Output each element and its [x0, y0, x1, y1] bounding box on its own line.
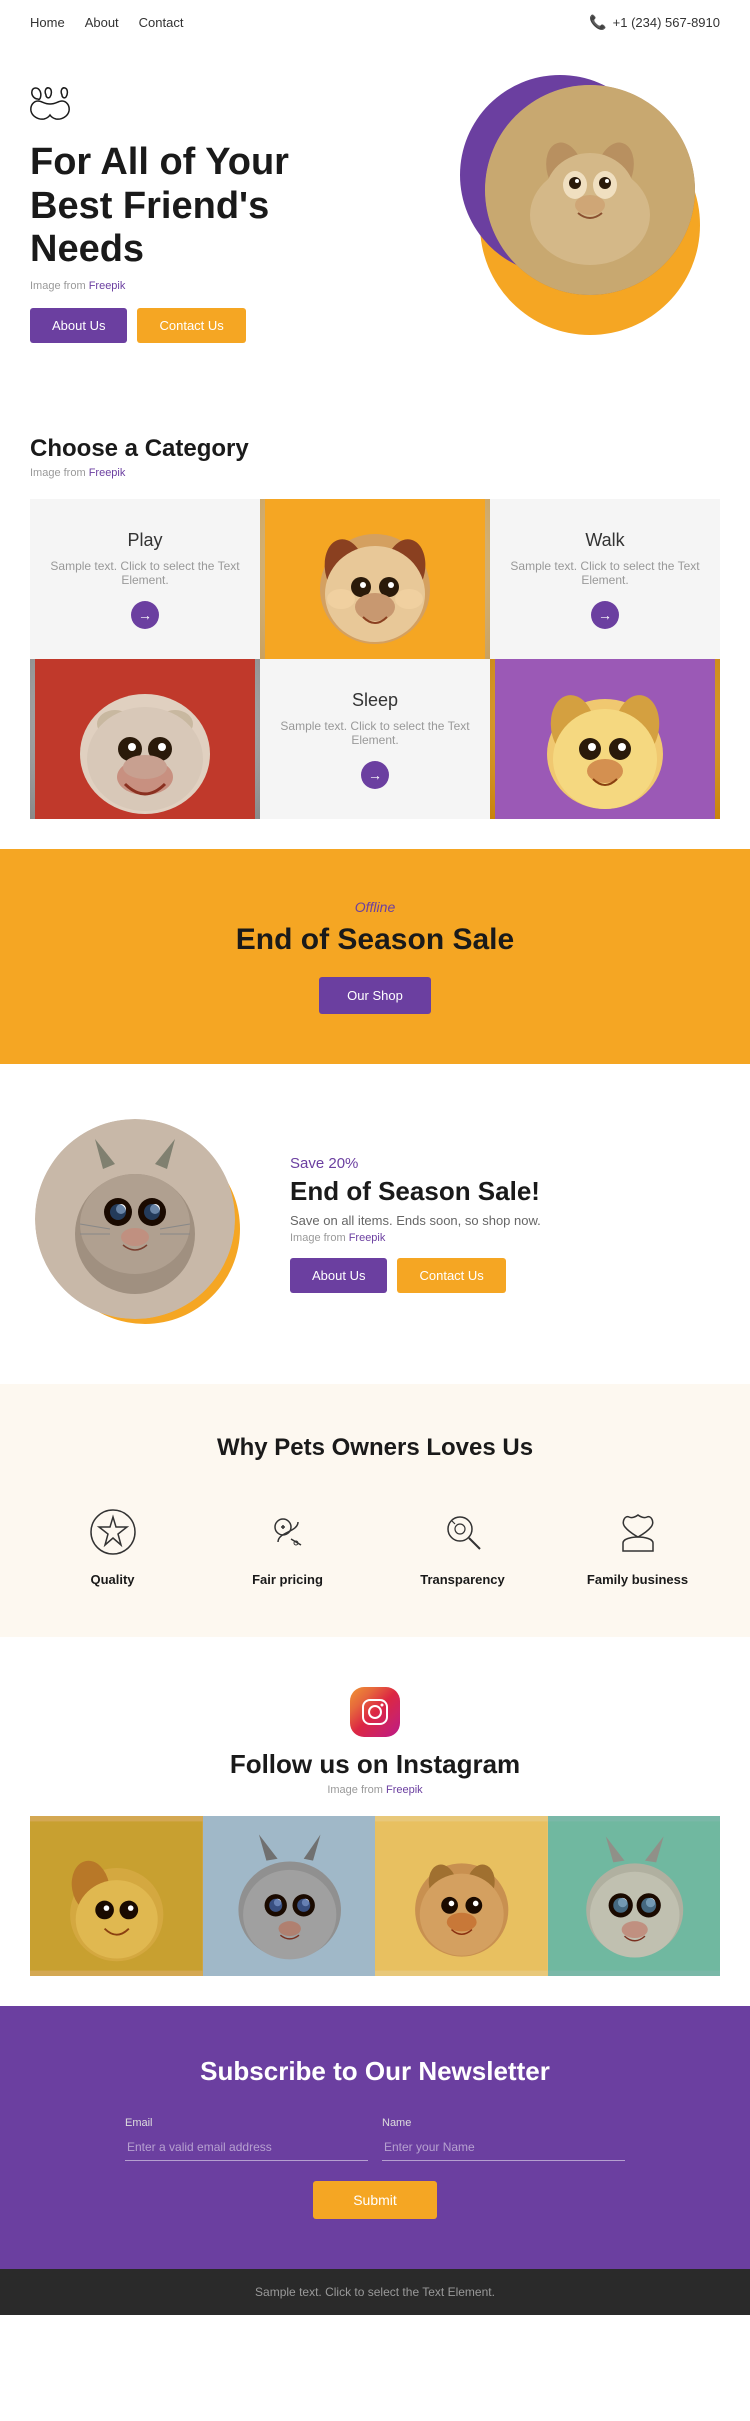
hero-image [440, 75, 720, 355]
instagram-photo-3 [375, 1816, 548, 1976]
sleep-title: Sleep [352, 690, 398, 711]
save-source: Image from Freepik [290, 1232, 720, 1244]
nav-phone: 📞 +1 (234) 567-8910 [589, 14, 720, 31]
newsletter-form: Email Name Submit [30, 2117, 720, 2219]
hero-contact-button[interactable]: Contact Us [137, 308, 245, 343]
instagram-photo-4 [548, 1816, 721, 1976]
name-input[interactable] [382, 2133, 625, 2161]
submit-button[interactable]: Submit [313, 2181, 437, 2219]
golden-face [490, 659, 720, 819]
sale-title: End of Season Sale [30, 923, 720, 957]
walk-arrow[interactable]: → [591, 601, 619, 629]
email-field-wrapper: Email [125, 2117, 368, 2161]
save-contact-button[interactable]: Contact Us [397, 1258, 505, 1293]
category-section: Choose a Category Image from Freepik Pla… [0, 395, 750, 849]
category-walk-card: Walk Sample text. Click to select the Te… [490, 499, 720, 659]
save-title: End of Season Sale! [290, 1176, 720, 1207]
why-section: Why Pets Owners Loves Us Quality [0, 1384, 750, 1637]
save-source-link[interactable]: Freepik [349, 1232, 386, 1244]
navigation: Home About Contact 📞 +1 (234) 567-8910 [0, 0, 750, 45]
nav-about[interactable]: About [85, 15, 119, 30]
sale-tag: Offline [30, 899, 720, 915]
newsletter-title: Subscribe to Our Newsletter [30, 2056, 720, 2087]
category-bulldog-image [30, 659, 260, 819]
insta-source-link[interactable]: Freepik [386, 1784, 423, 1796]
save-cat-photo [35, 1119, 235, 1319]
hero-content: For All of Your Best Friend's Needs Imag… [30, 87, 370, 343]
why-grid: Quality Fair pricing [30, 1502, 720, 1587]
email-label: Email [125, 2117, 153, 2129]
play-desc: Sample text. Click to select the Text El… [50, 559, 240, 587]
quality-label: Quality [90, 1572, 134, 1587]
newsletter-section: Subscribe to Our Newsletter Email Name S… [0, 2006, 750, 2269]
hero-title: For All of Your Best Friend's Needs [30, 141, 370, 272]
nav-contact[interactable]: Contact [139, 15, 184, 30]
hero-buttons: About Us Contact Us [30, 308, 370, 343]
why-transparency: Transparency [403, 1502, 523, 1587]
hero-source: Image from Freepik [30, 280, 370, 292]
save-section: Save 20% End of Season Sale! Save on all… [0, 1064, 750, 1384]
transparency-label: Transparency [420, 1572, 505, 1587]
quality-icon [83, 1502, 143, 1562]
play-title: Play [127, 530, 162, 551]
phone-number: +1 (234) 567-8910 [613, 15, 720, 30]
pricing-label: Fair pricing [252, 1572, 323, 1587]
category-source: Image from Freepik [30, 467, 720, 479]
category-beagle-image [260, 499, 490, 659]
sleep-desc: Sample text. Click to select the Text El… [280, 719, 470, 747]
walk-title: Walk [585, 530, 624, 551]
hero-source-link[interactable]: Freepik [89, 280, 126, 292]
instagram-section: Follow us on Instagram Image from Freepi… [0, 1637, 750, 2006]
category-sleep-card: Sleep Sample text. Click to select the T… [260, 659, 490, 819]
hero-about-button[interactable]: About Us [30, 308, 127, 343]
our-shop-button[interactable]: Our Shop [319, 977, 431, 1014]
family-icon [608, 1502, 668, 1562]
newsletter-fields: Email Name [125, 2117, 625, 2161]
bulldog-face [30, 659, 260, 819]
footer: Sample text. Click to select the Text El… [0, 2269, 750, 2315]
nav-home[interactable]: Home [30, 15, 65, 30]
save-percent: Save 20% [290, 1155, 720, 1172]
hero-dog-photo [485, 85, 695, 295]
why-pricing: Fair pricing [228, 1502, 348, 1587]
beagle-face [260, 499, 490, 659]
why-family: Family business [578, 1502, 698, 1587]
instagram-photo-2 [203, 1816, 376, 1976]
play-arrow[interactable]: → [131, 601, 159, 629]
category-grid: Play Sample text. Click to select the Te… [30, 499, 720, 819]
footer-text: Sample text. Click to select the Text El… [30, 2285, 720, 2299]
nav-links: Home About Contact [30, 15, 183, 30]
sleep-arrow[interactable]: → [361, 761, 389, 789]
name-field-wrapper: Name [382, 2117, 625, 2161]
category-title: Choose a Category [30, 435, 720, 463]
phone-icon: 📞 [589, 14, 606, 31]
why-title: Why Pets Owners Loves Us [30, 1434, 720, 1462]
why-quality: Quality [53, 1502, 173, 1587]
email-input[interactable] [125, 2133, 368, 2161]
transparency-icon [433, 1502, 493, 1562]
hero-logo-icon [30, 87, 370, 131]
walk-desc: Sample text. Click to select the Text El… [510, 559, 700, 587]
bulldog-photo [30, 659, 260, 819]
name-label: Name [382, 2117, 411, 2129]
category-golden-image [490, 659, 720, 819]
instagram-source: Image from Freepik [30, 1784, 720, 1796]
instagram-grid [30, 1816, 720, 1976]
pricing-icon [258, 1502, 318, 1562]
family-label: Family business [587, 1572, 688, 1587]
beagle-photo [260, 499, 490, 659]
save-content: Save 20% End of Season Sale! Save on all… [290, 1155, 720, 1293]
save-image [30, 1114, 250, 1334]
save-desc: Save on all items. Ends soon, so shop no… [290, 1213, 720, 1228]
instagram-icon [350, 1687, 400, 1737]
save-about-button[interactable]: About Us [290, 1258, 387, 1293]
golden-photo [490, 659, 720, 819]
category-play-card: Play Sample text. Click to select the Te… [30, 499, 260, 659]
save-buttons: About Us Contact Us [290, 1258, 720, 1293]
sale-banner: Offline End of Season Sale Our Shop [0, 849, 750, 1064]
category-source-link[interactable]: Freepik [89, 467, 126, 479]
instagram-photo-1 [30, 1816, 203, 1976]
instagram-title: Follow us on Instagram [30, 1749, 720, 1780]
hero-section: For All of Your Best Friend's Needs Imag… [0, 45, 750, 395]
